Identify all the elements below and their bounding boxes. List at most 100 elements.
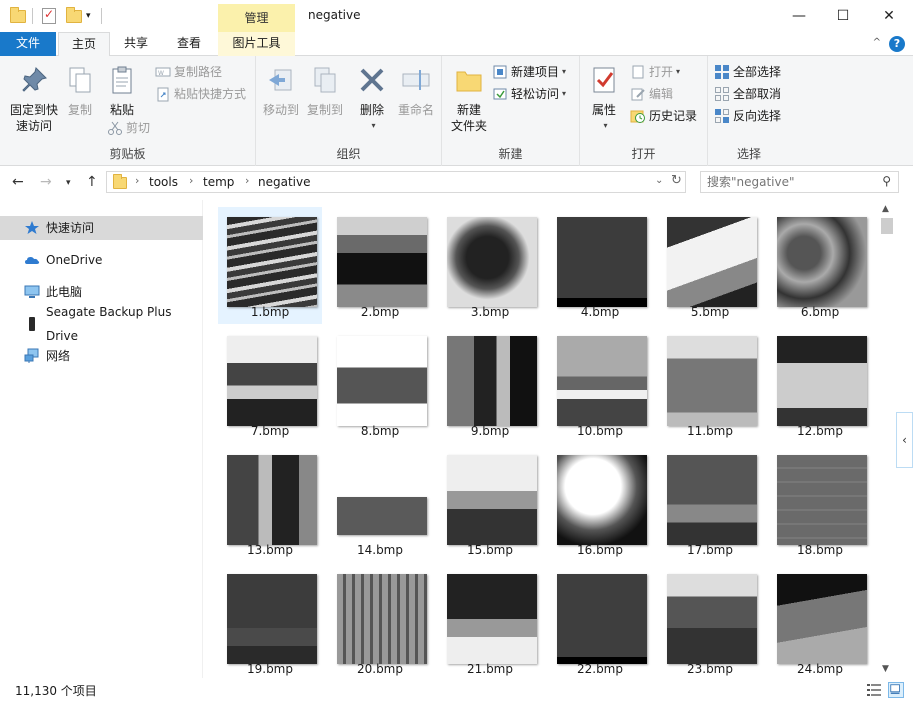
file-tile[interactable]: 19.bmp [218, 564, 322, 678]
forward-arrow-icon[interactable]: → [40, 174, 52, 190]
breadcrumb-separator-icon[interactable]: › [245, 174, 249, 187]
file-tile[interactable]: 15.bmp [438, 445, 542, 562]
search-box[interactable]: ⚲ [700, 171, 899, 193]
breadcrumb-negative[interactable]: negative [258, 175, 310, 189]
rename-button[interactable]: 重命名 [394, 62, 438, 118]
properties-button[interactable]: 属性 ▾ [586, 62, 622, 134]
properties-chevron-icon[interactable]: ▾ [589, 118, 622, 134]
tab-manage[interactable]: 管理 [218, 4, 295, 32]
large-icons-view-icon[interactable] [888, 682, 904, 698]
scroll-down-chevron-icon[interactable]: ▼ [882, 664, 889, 674]
nav-seagate-drive[interactable]: Seagate Backup Plus Drive [0, 305, 203, 343]
file-name: 4.bmp [580, 305, 620, 319]
invert-selection-icon [714, 108, 730, 124]
new-item-icon [492, 64, 508, 80]
file-tile[interactable]: 13.bmp [218, 445, 322, 562]
copy-to-button[interactable]: 复制到 [304, 62, 346, 118]
open-button[interactable]: 打开 ▾ [630, 62, 680, 82]
properties-label: 属性 [591, 103, 616, 117]
file-tile[interactable]: 20.bmp [328, 564, 432, 678]
file-tile[interactable]: 23.bmp [658, 564, 762, 678]
up-arrow-icon[interactable]: ↑ [86, 174, 98, 190]
paste-shortcut-button[interactable]: 粘贴快捷方式 [155, 84, 246, 104]
thumbnail-image [447, 336, 537, 426]
file-tile[interactable]: 3.bmp [438, 207, 542, 324]
delete-button[interactable]: 删除 ▾ [354, 62, 390, 134]
pin-to-quick-access-button[interactable]: 固定到快 速访问 [6, 62, 62, 134]
select-none-button[interactable]: 全部取消 [714, 84, 781, 104]
ribbon-collapse-chevron-icon[interactable]: ^ [873, 37, 881, 48]
file-tile[interactable]: 16.bmp [548, 445, 652, 562]
breadcrumb-tools[interactable]: tools [149, 175, 178, 189]
network-icon [24, 348, 40, 364]
address-bar[interactable]: › tools › temp › negative ⌄ ↻ [106, 171, 686, 193]
vertical-scrollbar[interactable]: ▲ ▼ [878, 200, 896, 678]
file-tile[interactable]: 24.bmp [768, 564, 872, 678]
file-tile[interactable]: 11.bmp [658, 326, 762, 443]
nav-network[interactable]: 网络 [0, 344, 203, 368]
search-icon[interactable]: ⚲ [882, 174, 891, 188]
nav-quick-access[interactable]: 快速访问 [0, 216, 203, 240]
file-tile[interactable]: 18.bmp [768, 445, 872, 562]
file-tile[interactable]: 21.bmp [438, 564, 542, 678]
file-name: 5.bmp [690, 305, 730, 319]
file-tile[interactable]: 9.bmp [438, 326, 542, 443]
refresh-icon[interactable]: ↻ [671, 173, 682, 188]
file-tile[interactable]: 22.bmp [548, 564, 652, 678]
new-item-button[interactable]: 新建项目 ▾ [492, 62, 566, 82]
file-tile[interactable]: 10.bmp [548, 326, 652, 443]
file-tile[interactable]: 14.bmp [328, 445, 432, 562]
delete-chevron-icon[interactable]: ▾ [357, 118, 390, 134]
file-tile[interactable]: 7.bmp [218, 326, 322, 443]
breadcrumb-temp[interactable]: temp [203, 175, 234, 189]
select-all-button[interactable]: 全部选择 [714, 62, 781, 82]
scroll-up-chevron-icon[interactable]: ▲ [882, 204, 889, 214]
edit-button[interactable]: 编辑 [630, 84, 673, 104]
copy-path-button[interactable]: W 复制路径 [155, 62, 222, 82]
tab-view[interactable]: 查看 [164, 32, 214, 56]
paste-button[interactable]: 粘贴 [102, 62, 142, 118]
easy-access-button[interactable]: 轻松访问 ▾ [492, 84, 566, 104]
address-history-chevron-icon[interactable]: ⌄ [655, 175, 663, 186]
new-folder-icon [456, 71, 482, 92]
back-arrow-icon[interactable]: ← [12, 174, 24, 190]
file-tile[interactable]: 8.bmp [328, 326, 432, 443]
close-button[interactable]: ✕ [866, 0, 912, 32]
file-tile[interactable]: 12.bmp [768, 326, 872, 443]
breadcrumb-separator-icon[interactable]: › [135, 174, 139, 187]
file-tile[interactable]: 1.bmp [218, 207, 322, 324]
tab-home[interactable]: 主页 [58, 32, 110, 57]
help-icon[interactable]: ? [889, 36, 905, 52]
quick-access-folder-icon[interactable] [10, 6, 26, 26]
easy-access-label: 轻松访问 [511, 87, 560, 101]
copy-button[interactable]: 复制 [64, 62, 96, 118]
minimize-button[interactable]: — [776, 0, 822, 32]
tab-picture-tools[interactable]: 图片工具 [218, 32, 295, 56]
scrollbar-thumb[interactable] [881, 218, 893, 234]
preview-pane-chevron-icon[interactable]: ‹ [896, 412, 913, 468]
qat-properties-button[interactable] [42, 6, 56, 26]
recent-locations-chevron-icon[interactable]: ▾ [66, 178, 71, 188]
maximize-button[interactable]: ☐ [820, 0, 866, 32]
tab-file[interactable]: 文件 [0, 32, 56, 56]
breadcrumb-separator-icon[interactable]: › [189, 174, 193, 187]
file-tile[interactable]: 6.bmp [768, 207, 872, 324]
thumbnail-image [777, 336, 867, 426]
invert-selection-button[interactable]: 反向选择 [714, 106, 781, 126]
new-folder-button[interactable]: 新建 文件夹 [446, 62, 492, 134]
tab-share[interactable]: 共享 [112, 32, 160, 56]
nav-onedrive[interactable]: OneDrive [0, 248, 203, 272]
thumbnail-image [227, 574, 317, 664]
file-tile[interactable]: 17.bmp [658, 445, 762, 562]
file-tile[interactable]: 2.bmp [328, 207, 432, 324]
file-tile[interactable]: 5.bmp [658, 207, 762, 324]
history-button[interactable]: 历史记录 [630, 106, 697, 126]
search-input[interactable] [701, 172, 871, 192]
qat-customize-chevron-icon[interactable]: ▾ [86, 6, 91, 26]
qat-new-folder-button[interactable] [66, 6, 82, 26]
move-to-button[interactable]: 移动到 [260, 62, 302, 118]
thumbnail-image [227, 217, 317, 307]
details-view-icon[interactable] [866, 682, 882, 698]
file-tile[interactable]: 4.bmp [548, 207, 652, 324]
cut-button[interactable]: 剪切 [107, 118, 150, 138]
